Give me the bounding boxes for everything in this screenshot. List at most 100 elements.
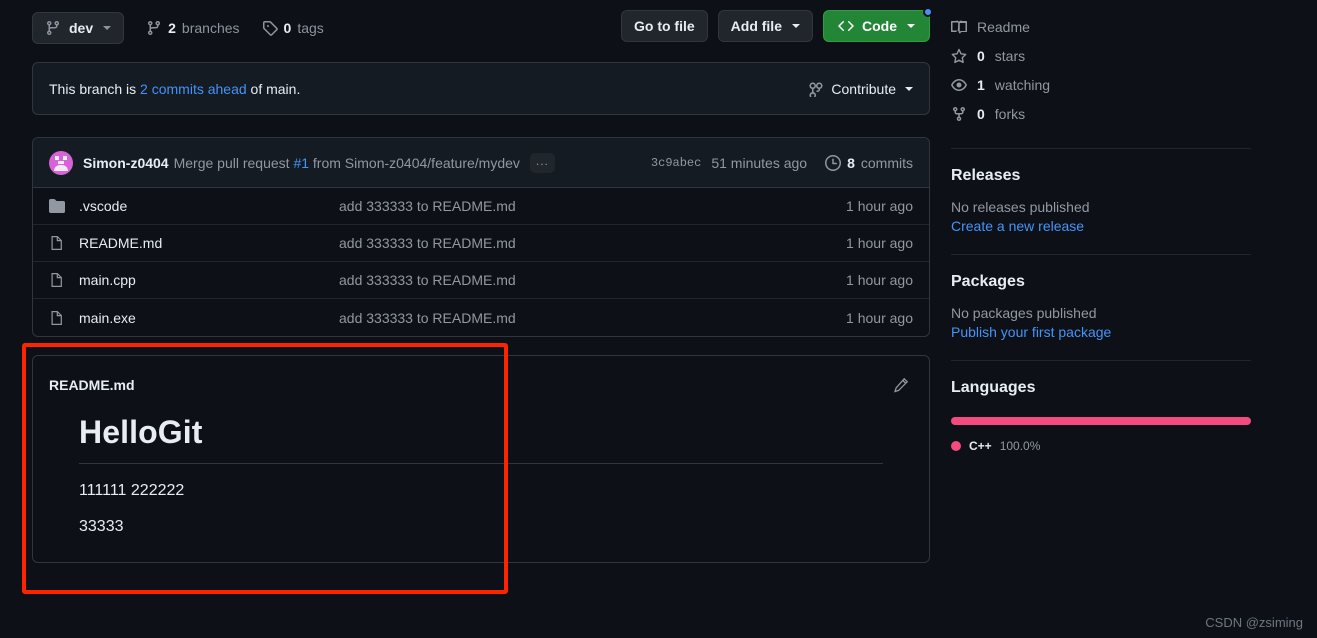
add-file-label: Add file bbox=[730, 18, 782, 34]
watching-count: 1 bbox=[977, 76, 985, 93]
readme-header: README.md bbox=[49, 372, 913, 398]
branches-link[interactable]: 2 branches bbox=[146, 20, 240, 36]
file-table: Simon-z0404 Merge pull request #1 from S… bbox=[32, 137, 930, 337]
releases-heading: Releases bbox=[951, 167, 1021, 184]
code-brackets-icon bbox=[838, 18, 854, 34]
commit-meta: 3c9abec 51 minutes ago 8 commits bbox=[651, 154, 913, 171]
readme-panel: README.md HelloGit 111111 222222 33333 bbox=[32, 355, 930, 563]
watching-label: watching bbox=[994, 76, 1051, 93]
sidebar-item-readme[interactable]: Readme bbox=[951, 12, 1251, 41]
pencil-icon[interactable] bbox=[889, 373, 913, 397]
branch-selector-button[interactable]: dev bbox=[32, 12, 125, 44]
code-button-label: Code bbox=[862, 18, 897, 34]
file-commit-message[interactable]: add 333333 to README.md bbox=[339, 235, 846, 251]
commits-total-count: 8 bbox=[847, 154, 855, 171]
file-commit-age: 1 hour ago bbox=[846, 198, 913, 214]
commit-message-suffix: from Simon-z0404/feature/mydev bbox=[312, 154, 520, 171]
language-name: C++ bbox=[969, 439, 992, 453]
go-to-file-button[interactable]: Go to file bbox=[620, 10, 708, 42]
table-row[interactable]: README.md add 333333 to README.md 1 hour a… bbox=[33, 225, 929, 262]
publish-package-link[interactable]: Publish your first package bbox=[951, 324, 1251, 340]
latest-commit-row: Simon-z0404 Merge pull request #1 from S… bbox=[33, 138, 929, 188]
packages-empty-text: No packages published bbox=[951, 305, 1097, 321]
notice-suffix: of main. bbox=[250, 80, 301, 97]
file-icon bbox=[49, 235, 65, 251]
commit-time: 51 minutes ago bbox=[711, 154, 808, 171]
tags-count: 0 bbox=[283, 20, 292, 36]
table-row[interactable]: main.cpp add 333333 to README.md 1 hour ag… bbox=[33, 262, 929, 299]
table-row[interactable]: main.exe add 333333 to README.md 1 hour ag… bbox=[33, 299, 929, 336]
branches-count: 2 bbox=[168, 20, 176, 36]
language-bar-segment bbox=[951, 417, 1251, 425]
list-item[interactable]: C++ 100.0% bbox=[951, 439, 1251, 453]
pull-request-link[interactable]: #1 bbox=[293, 155, 309, 171]
star-icon bbox=[951, 48, 967, 64]
divider bbox=[951, 148, 1251, 149]
file-commit-message[interactable]: add 333333 to README.md bbox=[339, 272, 846, 288]
pull-request-icon bbox=[808, 81, 824, 97]
commits-ahead-link[interactable]: 2 commits ahead bbox=[140, 81, 247, 97]
file-icon bbox=[49, 310, 65, 326]
file-icon bbox=[49, 272, 65, 288]
branch-icon bbox=[45, 20, 61, 36]
add-file-button[interactable]: Add file bbox=[717, 10, 813, 42]
languages-heading: Languages bbox=[951, 379, 1036, 396]
expand-commit-message-button[interactable]: ... bbox=[529, 152, 555, 173]
readme-paragraph-1: 111111 222222 bbox=[79, 482, 185, 499]
commit-sha[interactable]: 3c9abec bbox=[651, 156, 701, 170]
commit-message: Merge pull request #1 from Simon-z0404/f… bbox=[174, 155, 520, 171]
file-name-link[interactable]: README.md bbox=[79, 235, 339, 251]
divider bbox=[951, 254, 1251, 255]
stars-label: stars bbox=[994, 47, 1026, 64]
table-row[interactable]: .vscode add 333333 to README.md 1 hour ago bbox=[33, 188, 929, 225]
contribute-button[interactable]: Contribute bbox=[808, 81, 913, 97]
chevron-down-icon bbox=[792, 24, 800, 28]
eye-icon bbox=[951, 77, 967, 93]
file-commit-age: 1 hour ago bbox=[846, 309, 913, 326]
toolbar-actions: Go to file Add file Code bbox=[620, 7, 933, 42]
commits-total-label: commits bbox=[860, 154, 913, 171]
history-clock-icon bbox=[825, 154, 842, 171]
tags-label: tags bbox=[297, 20, 324, 36]
sidebar-item-watching[interactable]: 1 watching bbox=[951, 70, 1251, 99]
file-commit-age: 1 hour ago bbox=[846, 272, 913, 288]
stars-count: 0 bbox=[977, 47, 985, 64]
readme-filename: README.md bbox=[49, 377, 135, 393]
branch-selector-label: dev bbox=[69, 20, 94, 36]
go-to-file-label: Go to file bbox=[633, 18, 695, 34]
sidebar-readme-label: Readme bbox=[977, 18, 1030, 35]
avatar[interactable] bbox=[49, 150, 73, 175]
forks-count: 0 bbox=[977, 105, 985, 122]
sidebar-item-stars[interactable]: 0 stars bbox=[951, 41, 1251, 70]
tag-icon bbox=[262, 20, 278, 36]
languages-bar[interactable] bbox=[951, 417, 1251, 425]
file-rows: .vscode add 333333 to README.md 1 hour ago… bbox=[33, 188, 929, 336]
notification-dot-icon bbox=[923, 7, 933, 17]
repo-sidebar: Readme 0 stars 1 watching 0 forks Releas… bbox=[951, 0, 1251, 453]
file-name-link[interactable]: main.exe bbox=[79, 310, 339, 326]
tags-link[interactable]: 0 tags bbox=[262, 20, 324, 36]
repository-page: dev 2 branches 0 tags Go to file Add fil… bbox=[0, 0, 1317, 638]
file-name-link[interactable]: main.cpp bbox=[79, 272, 339, 288]
notice-prefix: This branch is bbox=[49, 80, 137, 97]
file-commit-age: 1 hour ago bbox=[846, 235, 913, 251]
branch-status-notice: This branch is 2 commits ahead of main. … bbox=[32, 62, 930, 115]
file-commit-message[interactable]: add 333333 to README.md bbox=[339, 310, 846, 326]
commit-author[interactable]: Simon-z0404 bbox=[83, 155, 169, 171]
sidebar-item-forks[interactable]: 0 forks bbox=[951, 99, 1251, 128]
file-name-link[interactable]: .vscode bbox=[79, 198, 339, 214]
divider bbox=[951, 360, 1251, 361]
fork-icon bbox=[951, 106, 967, 122]
languages-list: C++ 100.0% bbox=[951, 439, 1251, 453]
repo-toolbar: dev 2 branches 0 tags Go to file Add fil… bbox=[32, 0, 933, 56]
forks-label: forks bbox=[994, 105, 1026, 122]
code-button[interactable]: Code bbox=[823, 7, 933, 42]
create-release-link[interactable]: Create a new release bbox=[951, 218, 1251, 234]
chevron-down-icon bbox=[103, 26, 112, 30]
commit-message-prefix: Merge pull request bbox=[173, 154, 290, 171]
commit-history-link[interactable]: 8 commits bbox=[825, 154, 913, 171]
language-percent: 100.0% bbox=[999, 439, 1041, 453]
book-icon bbox=[951, 19, 967, 35]
readme-heading: HelloGit bbox=[79, 414, 883, 464]
file-commit-message[interactable]: add 333333 to README.md bbox=[339, 198, 846, 214]
